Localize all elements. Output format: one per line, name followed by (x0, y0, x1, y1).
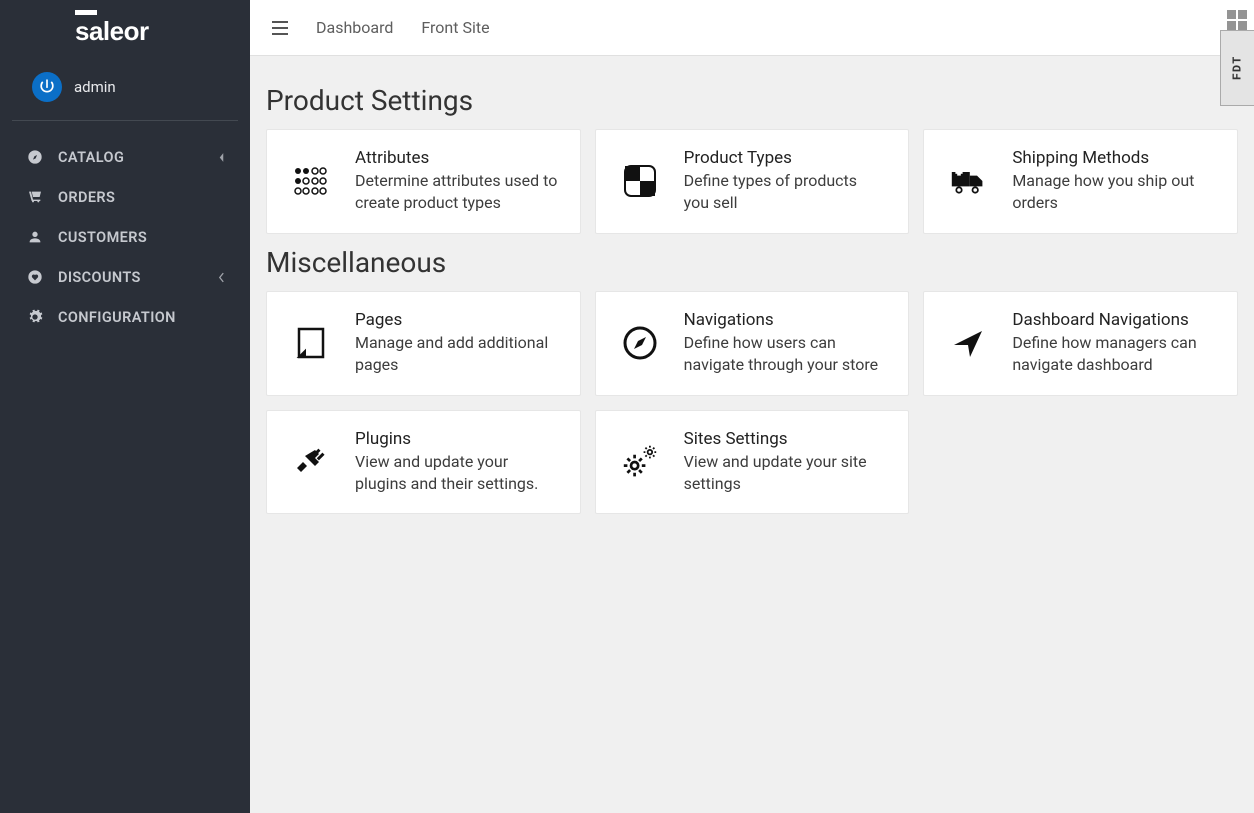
sidebar-item-catalog[interactable]: CATALOG (0, 137, 250, 177)
truck-icon (946, 159, 990, 203)
cart-icon (26, 188, 44, 206)
chevron-left-icon (214, 152, 228, 163)
braille-icon (289, 159, 333, 203)
top-link-dashboard[interactable]: Dashboard (316, 18, 393, 37)
page-icon (289, 321, 333, 365)
menu-toggle-icon[interactable] (268, 16, 292, 40)
card-title: Pages (355, 310, 558, 330)
card-grid: Attributes Determine attributes used to … (266, 129, 1238, 234)
sidebar-item-label: CUSTOMERS (58, 229, 228, 246)
checker-icon (618, 159, 662, 203)
card-pages[interactable]: Pages Manage and add additional pages (266, 291, 581, 396)
card-desc: View and update your site settings (684, 451, 887, 496)
compass-icon (618, 321, 662, 365)
card-desc: Define how managers can navigate dashboa… (1012, 332, 1215, 377)
top-link-front-site[interactable]: Front Site (421, 18, 489, 37)
card-title: Attributes (355, 148, 558, 168)
card-desc: Determine attributes used to create prod… (355, 170, 558, 215)
sidebar-item-label: ORDERS (58, 189, 228, 206)
sidebar-item-label: DISCOUNTS (58, 269, 214, 286)
card-navigations[interactable]: Navigations Define how users can navigat… (595, 291, 910, 396)
card-title: Shipping Methods (1012, 148, 1215, 168)
svg-text:saleor: saleor (75, 16, 149, 46)
card-desc: Define how users can navigate through yo… (684, 332, 887, 377)
chevron-left-icon (214, 272, 228, 283)
brand-logo[interactable]: saleor (0, 0, 250, 56)
sidebar-item-orders[interactable]: ORDERS (0, 177, 250, 217)
card-product-types[interactable]: Product Types Define types of products y… (595, 129, 910, 234)
card-sites-settings[interactable]: Sites Settings View and update your site… (595, 410, 910, 515)
sidebar: saleor admin CATALOG ORDERS CUSTOMERS (0, 0, 250, 813)
location-arrow-icon (946, 321, 990, 365)
card-plugins[interactable]: Plugins View and update your plugins and… (266, 410, 581, 515)
card-title: Product Types (684, 148, 887, 168)
saleor-logo-icon: saleor (75, 10, 175, 46)
card-title: Navigations (684, 310, 887, 330)
card-grid: Pages Manage and add additional pages Na… (266, 291, 1238, 515)
card-attributes[interactable]: Attributes Determine attributes used to … (266, 129, 581, 234)
sidebar-item-discounts[interactable]: DISCOUNTS (0, 257, 250, 297)
card-desc: Manage and add additional pages (355, 332, 558, 377)
card-dashboard-navigations[interactable]: Dashboard Navigations Define how manager… (923, 291, 1238, 396)
card-desc: View and update your plugins and their s… (355, 451, 558, 496)
plug-icon (289, 440, 333, 484)
user-name: admin (74, 78, 116, 96)
user-block[interactable]: admin (12, 56, 238, 121)
gears-icon (618, 440, 662, 484)
sidebar-nav: CATALOG ORDERS CUSTOMERS DISCOUNTS CO (0, 121, 250, 337)
user-icon (26, 228, 44, 246)
card-shipping-methods[interactable]: Shipping Methods Manage how you ship out… (923, 129, 1238, 234)
card-title: Dashboard Navigations (1012, 310, 1215, 330)
compass-icon (26, 148, 44, 166)
sidebar-item-label: CATALOG (58, 149, 214, 166)
card-desc: Define types of products you sell (684, 170, 887, 215)
heart-icon (26, 268, 44, 286)
sidebar-item-configuration[interactable]: CONFIGURATION (0, 297, 250, 337)
power-icon (32, 72, 62, 102)
sidebar-item-customers[interactable]: CUSTOMERS (0, 217, 250, 257)
card-title: Plugins (355, 429, 558, 449)
content: Product Settings Attributes Determine at (250, 56, 1254, 540)
section-title-miscellaneous: Miscellaneous (266, 246, 1238, 279)
sidebar-item-label: CONFIGURATION (58, 309, 228, 326)
gear-icon (26, 308, 44, 326)
section-title-product-settings: Product Settings (266, 84, 1238, 117)
card-title: Sites Settings (684, 429, 887, 449)
card-desc: Manage how you ship out orders (1012, 170, 1215, 215)
main: Dashboard Front Site FDT Product Setting… (250, 0, 1254, 813)
topbar: Dashboard Front Site FDT (250, 0, 1254, 56)
